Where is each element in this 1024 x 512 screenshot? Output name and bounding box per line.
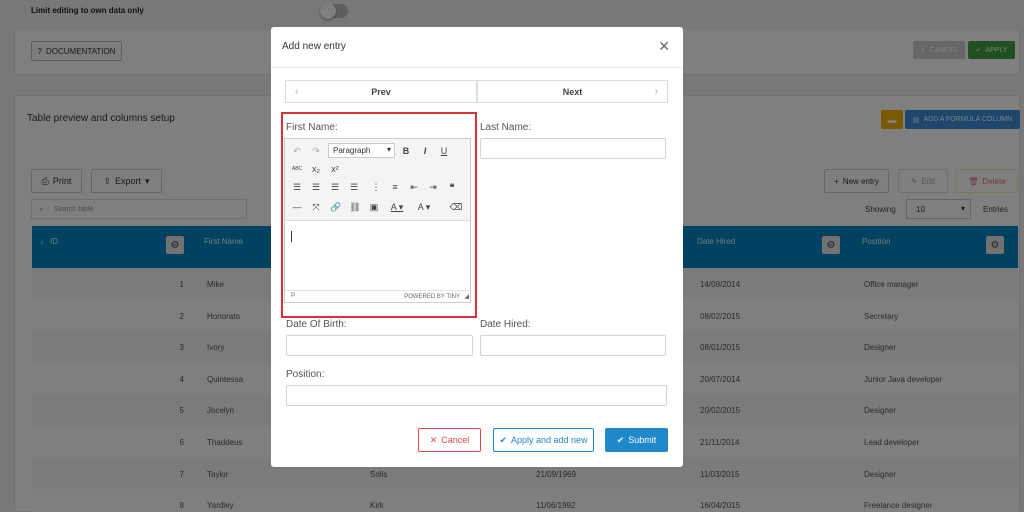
chevron-left-icon: ‹ — [295, 86, 299, 97]
apply-new-label: Apply and add new — [510, 435, 588, 445]
modal-divider — [271, 67, 683, 68]
date-hired-label: Date Hired: — [480, 319, 531, 330]
last-name-input[interactable] — [480, 138, 666, 159]
cancel-button[interactable]: ✕ Cancel — [418, 428, 481, 452]
cancel-label: Cancel — [441, 435, 470, 445]
position-input[interactable] — [286, 385, 667, 406]
highlight-box — [281, 112, 477, 318]
check-circle-icon: ✔ — [499, 434, 507, 445]
prev-label: Prev — [371, 86, 391, 97]
prev-button[interactable]: ‹ Prev — [285, 80, 477, 103]
close-icon[interactable]: ✕ — [658, 38, 670, 55]
check-circle-icon: ✔ — [616, 434, 625, 445]
date-hired-input[interactable] — [480, 335, 666, 356]
submit-label: Submit — [628, 435, 657, 445]
dob-input[interactable] — [286, 335, 473, 356]
modal-title: Add new entry — [282, 41, 346, 52]
position-label: Position: — [286, 369, 325, 380]
next-label: Next — [562, 86, 583, 97]
x-icon: ✕ — [429, 434, 438, 445]
apply-and-add-new-button[interactable]: ✔ Apply and add new — [493, 428, 594, 452]
last-name-label: Last Name: — [480, 122, 532, 133]
chevron-right-icon: › — [654, 86, 658, 97]
next-button[interactable]: Next › — [477, 80, 668, 103]
dob-label: Date Of Birth: — [286, 319, 347, 330]
submit-button[interactable]: ✔ Submit — [605, 428, 668, 452]
